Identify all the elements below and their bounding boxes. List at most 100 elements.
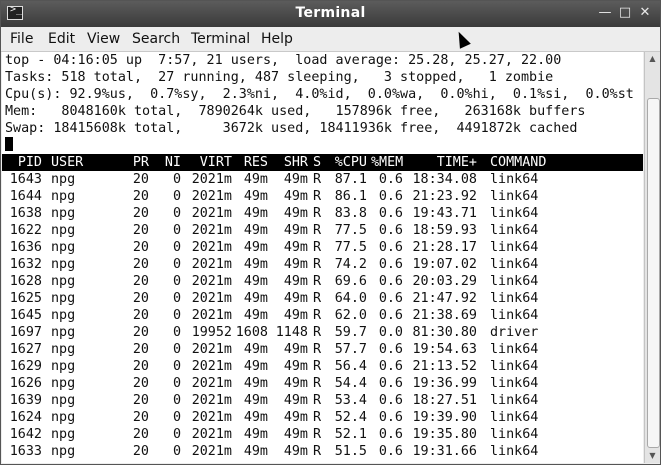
table-row: 1636 npg 20 0 2021m 49m 49m R 77.5 0.6 21:28.17 lin… bbox=[5, 239, 641, 256]
cell-pid: 1632 bbox=[9, 257, 42, 272]
cell-cpu: 64.0 bbox=[334, 291, 367, 306]
cell-cpu: 54.4 bbox=[334, 376, 367, 391]
cell-cpu: 69.6 bbox=[334, 274, 367, 289]
cell-time: 19:31.66 bbox=[412, 444, 478, 459]
cell-res: 49m bbox=[243, 189, 268, 204]
cell-pid: 1643 bbox=[9, 172, 42, 187]
column-header-virt: VIRT bbox=[199, 155, 232, 170]
cell-user: npg bbox=[51, 359, 76, 374]
cell-shr: 49m bbox=[283, 393, 308, 408]
cell-state: R bbox=[313, 240, 322, 255]
cell-mem: 0.6 bbox=[378, 444, 403, 459]
scrollbar[interactable]: ▲ ▼ bbox=[644, 52, 660, 463]
menu-help[interactable]: Help bbox=[261, 31, 293, 47]
cell-pr: 20 bbox=[132, 427, 149, 442]
menu-view[interactable]: View bbox=[87, 31, 120, 47]
cell-cpu: 87.1 bbox=[334, 172, 367, 187]
cell-pid: 1639 bbox=[9, 393, 42, 408]
cell-time: 19:35.80 bbox=[412, 427, 478, 442]
cell-state: R bbox=[313, 444, 322, 459]
cell-command: link64 bbox=[490, 342, 539, 357]
cell-shr: 49m bbox=[283, 410, 308, 425]
cell-shr: 49m bbox=[283, 359, 308, 374]
cell-pid: 1628 bbox=[9, 274, 42, 289]
title-bar[interactable]: >_ Terminal — □ ✕ bbox=[1, 1, 660, 27]
cell-shr: 49m bbox=[283, 308, 308, 323]
cell-command: link64 bbox=[490, 427, 539, 442]
cell-pr: 20 bbox=[132, 206, 149, 221]
cell-pid: 1697 bbox=[9, 325, 42, 340]
window-title: Terminal bbox=[295, 5, 366, 21]
cell-res: 49m bbox=[243, 257, 268, 272]
cell-pr: 20 bbox=[132, 342, 149, 357]
cell-time: 20:03.29 bbox=[412, 274, 478, 289]
cell-res: 49m bbox=[243, 274, 268, 289]
cell-shr: 49m bbox=[283, 189, 308, 204]
cell-state: R bbox=[313, 274, 322, 289]
terminal-window: >_ Terminal — □ ✕ File Edit View Search … bbox=[0, 0, 661, 465]
cell-pid: 1622 bbox=[9, 223, 42, 238]
cell-time: 21:23.92 bbox=[412, 189, 478, 204]
cell-cpu: 77.5 bbox=[334, 223, 367, 238]
cell-time: 18:59.93 bbox=[412, 223, 478, 238]
close-icon[interactable]: ✕ bbox=[637, 5, 653, 21]
cell-shr: 49m bbox=[283, 172, 308, 187]
cell-pid: 1626 bbox=[9, 376, 42, 391]
process-table-header: PID USER PR NI VIRT RES SHR S %CPU %MEM TIME+ COMMA… bbox=[5, 154, 641, 171]
maximize-icon[interactable]: □ bbox=[617, 5, 633, 21]
cell-time: 21:47.92 bbox=[412, 291, 478, 306]
cell-state: R bbox=[313, 410, 322, 425]
cell-pr: 20 bbox=[132, 410, 149, 425]
menu-edit[interactable]: Edit bbox=[48, 31, 75, 47]
menu-search[interactable]: Search bbox=[132, 31, 180, 47]
table-row: 1624 npg 20 0 2021m 49m 49m R 52.4 0.6 19:39.90 lin… bbox=[5, 409, 641, 426]
cell-virt: 2021m bbox=[191, 257, 232, 272]
cell-mem: 0.0 bbox=[378, 325, 403, 340]
cell-time: 19:43.71 bbox=[412, 206, 478, 221]
column-header-res: RES bbox=[243, 155, 268, 170]
cell-virt: 2021m bbox=[191, 393, 232, 408]
column-header-state: S bbox=[313, 155, 322, 170]
table-row: 1627 npg 20 0 2021m 49m 49m R 57.7 0.6 19:54.63 lin… bbox=[5, 341, 641, 358]
cell-pr: 20 bbox=[132, 308, 149, 323]
scroll-up-icon[interactable]: ▲ bbox=[645, 52, 660, 66]
cpu-line: Cpu(s): 92.9%us, 0.7%sy, 2.3%ni, 4.0%id,… bbox=[5, 87, 634, 102]
cell-mem: 0.6 bbox=[378, 206, 403, 221]
menu-file[interactable]: File bbox=[10, 31, 33, 47]
cell-mem: 0.6 bbox=[378, 257, 403, 272]
column-header-mem: %MEM bbox=[371, 155, 404, 170]
table-row: 1625 npg 20 0 2021m 49m 49m R 64.0 0.6 21:47.92 lin… bbox=[5, 290, 641, 307]
cell-pr: 20 bbox=[132, 325, 149, 340]
cell-command: link64 bbox=[490, 410, 539, 425]
cell-ni: 0 bbox=[172, 257, 181, 272]
scrollbar-thumb[interactable] bbox=[647, 98, 660, 448]
cell-pid: 1625 bbox=[9, 291, 42, 306]
cell-state: R bbox=[313, 257, 322, 272]
cell-ni: 0 bbox=[172, 325, 181, 340]
cell-pr: 20 bbox=[132, 240, 149, 255]
cell-res: 49m bbox=[243, 308, 268, 323]
menu-terminal[interactable]: Terminal bbox=[191, 31, 250, 47]
cell-ni: 0 bbox=[172, 393, 181, 408]
cell-pr: 20 bbox=[132, 359, 149, 374]
cell-cpu: 62.0 bbox=[334, 308, 367, 323]
cell-mem: 0.6 bbox=[378, 172, 403, 187]
cell-res: 49m bbox=[243, 376, 268, 391]
cell-shr: 49m bbox=[283, 240, 308, 255]
cell-user: npg bbox=[51, 427, 76, 442]
cell-state: R bbox=[313, 342, 322, 357]
column-header-ni: NI bbox=[164, 155, 181, 170]
cell-pid: 1645 bbox=[9, 308, 42, 323]
cell-command: link64 bbox=[490, 291, 539, 306]
cell-virt: 2021m bbox=[191, 206, 232, 221]
cell-time: 18:34.08 bbox=[412, 172, 478, 187]
cell-res: 1608 bbox=[235, 325, 268, 340]
cell-ni: 0 bbox=[172, 240, 181, 255]
terminal-output[interactable]: top - 04:16:05 up 7:57, 21 users, load a… bbox=[2, 52, 643, 463]
minimize-icon[interactable]: — bbox=[597, 5, 613, 21]
cell-user: npg bbox=[51, 189, 76, 204]
swap-line: Swap: 18415608k total, 3672k used, 18411… bbox=[5, 121, 578, 136]
cell-res: 49m bbox=[243, 427, 268, 442]
cell-time: 19:36.99 bbox=[412, 376, 478, 391]
scroll-down-icon[interactable]: ▼ bbox=[645, 449, 660, 463]
